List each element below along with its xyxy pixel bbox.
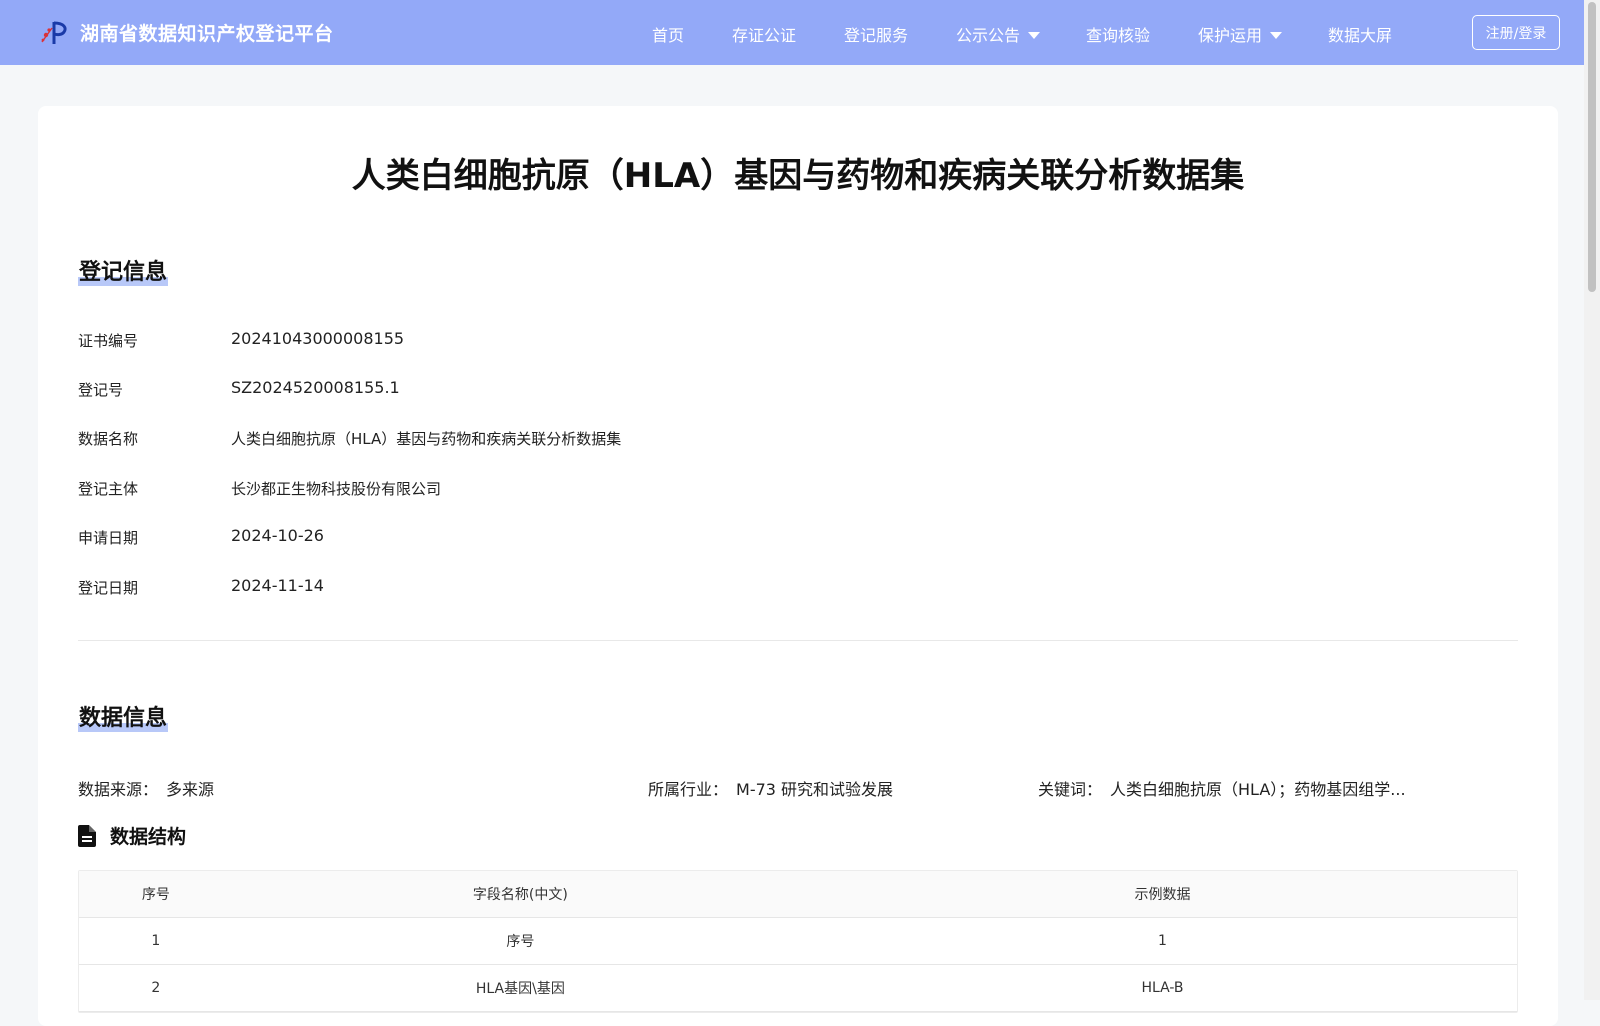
- registrant-label: 登记主体: [78, 480, 139, 498]
- chevron-down-icon: [1028, 32, 1041, 39]
- certificate-number-value: 20241043000008155: [231, 329, 405, 348]
- column-header-field-name: 字段名称(中文): [472, 887, 568, 903]
- detail-card: 人类白细胞抗原（HLA）基因与药物和疾病关联分析数据集 登记信息 证书编号 20…: [38, 106, 1558, 1026]
- industry: 所属行业： M-73 研究和试验发展: [648, 776, 893, 800]
- table-cell-sample-data: HLA-B: [1141, 980, 1184, 996]
- nav-announcements-label: 公示公告: [956, 26, 1021, 45]
- page-title: 人类白细胞抗原（HLA）基因与药物和疾病关联分析数据集: [351, 156, 1245, 196]
- table-cell-sample-data: 1: [1158, 933, 1167, 949]
- document-icon: [78, 824, 96, 847]
- chevron-down-icon: [1270, 32, 1283, 39]
- nav-query-verify[interactable]: 查询核验: [1086, 22, 1150, 46]
- industry-label: 所属行业：: [648, 780, 729, 799]
- table-cell-field-name: HLA基因\基因: [475, 981, 565, 997]
- data-info-section-title: 数据信息: [78, 700, 169, 732]
- keywords: 关键词： 人类白细胞抗原（HLA）；药物基因组学...: [1038, 776, 1406, 800]
- top-navbar: 湖南省数据知识产权登记平台 首页 存证公证 登记服务 公示公告 查询核验 保护运…: [0, 0, 1584, 65]
- keywords-value: 人类白细胞抗原（HLA）；药物基因组学...: [1110, 780, 1406, 799]
- register-login-button[interactable]: 注册/登录: [1472, 15, 1560, 50]
- table-header-row: 序号 字段名称(中文) 示例数据: [79, 871, 1517, 918]
- nav-home-label: 首页: [652, 26, 685, 45]
- nav-registration-service[interactable]: 登记服务: [844, 22, 908, 46]
- data-name-label: 数据名称: [78, 430, 139, 448]
- nav-evidence-notary-label: 存证公证: [732, 26, 797, 45]
- registration-section-title: 登记信息: [78, 254, 169, 286]
- data-structure-heading: 数据结构: [78, 822, 186, 849]
- table-cell-field-name: 序号: [506, 934, 535, 950]
- data-structure-table: 序号 字段名称(中文) 示例数据 1 序号 1 2 HLA基因\基因 HLA-B: [78, 870, 1518, 1013]
- nav-evidence-notary[interactable]: 存证公证: [732, 22, 796, 46]
- application-date-label: 申请日期: [78, 529, 139, 547]
- nav-home[interactable]: 首页: [652, 22, 684, 46]
- registration-date-value: 2024-11-14: [231, 576, 324, 595]
- industry-value: M-73 研究和试验发展: [736, 780, 894, 799]
- nav-query-verify-label: 查询核验: [1086, 26, 1151, 45]
- column-header-sample-data: 示例数据: [1134, 887, 1191, 903]
- data-name-value: 人类白细胞抗原（HLA）基因与药物和疾病关联分析数据集: [231, 430, 622, 448]
- registration-date-label: 登记日期: [78, 579, 139, 597]
- table-cell-index: 2: [151, 980, 161, 996]
- registrant-value: 长沙都正生物科技股份有限公司: [231, 480, 442, 498]
- table-row: 1 序号 1: [79, 918, 1517, 965]
- data-source-value: 多来源: [166, 780, 215, 799]
- page-scrollbar[interactable]: [1584, 0, 1600, 1000]
- nav-data-screen[interactable]: 数据大屏: [1328, 22, 1392, 46]
- column-header-index: 序号: [141, 887, 170, 903]
- nav-data-screen-label: 数据大屏: [1328, 26, 1393, 45]
- section-divider: [78, 640, 1518, 641]
- data-structure-title: 数据结构: [110, 826, 187, 848]
- site-title[interactable]: 湖南省数据知识产权登记平台: [80, 19, 334, 46]
- table-cell-index: 1: [151, 933, 161, 949]
- certificate-number-label: 证书编号: [78, 332, 139, 350]
- nav-registration-service-label: 登记服务: [844, 26, 909, 45]
- table-row: 2 HLA基因\基因 HLA-B: [79, 965, 1517, 1012]
- application-date-value: 2024-10-26: [231, 526, 324, 545]
- nav-protection-use-label: 保护运用: [1198, 26, 1263, 45]
- nav-protection-use[interactable]: 保护运用: [1198, 22, 1283, 46]
- keywords-label: 关键词：: [1038, 780, 1103, 799]
- platform-logo: [41, 21, 67, 44]
- data-source-label: 数据来源：: [78, 780, 159, 799]
- registration-number-label: 登记号: [78, 381, 124, 399]
- data-source: 数据来源： 多来源: [78, 776, 214, 800]
- nav-announcements[interactable]: 公示公告: [956, 22, 1041, 46]
- registration-number-value: SZ2024520008155.1: [231, 378, 400, 397]
- scrollbar-thumb[interactable]: [1588, 2, 1596, 292]
